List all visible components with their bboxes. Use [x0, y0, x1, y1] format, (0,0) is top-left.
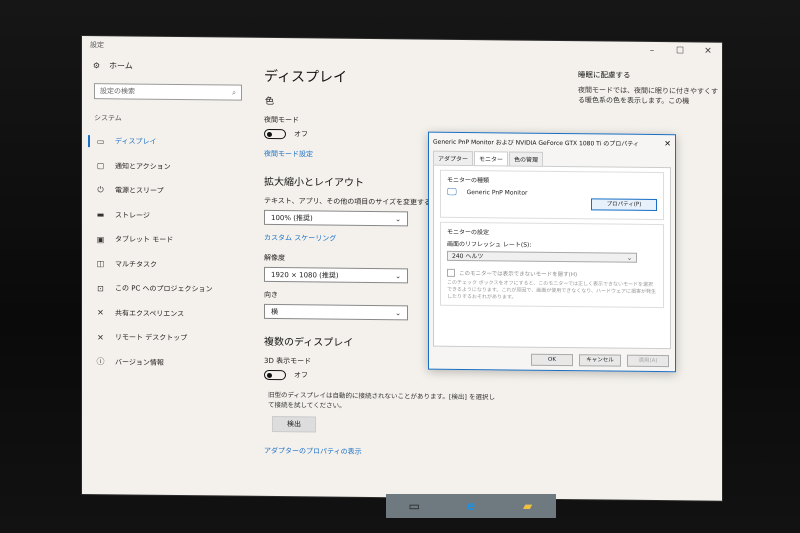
- sidebar-item-label: 共有エクスペリエンス: [115, 309, 185, 318]
- tablet-icon: ▣: [96, 234, 105, 244]
- sidebar-item-tablet[interactable]: ▣ タブレット モード: [82, 227, 252, 253]
- sidebar-item-label: 通知とアクション: [115, 162, 171, 171]
- window-title: 設定: [90, 41, 104, 50]
- search-icon: ⌕: [232, 88, 236, 97]
- related-title: 睡眠に配慮する: [578, 70, 631, 80]
- power-icon: ⏻: [97, 185, 104, 195]
- dialog-buttons: OK キャンセル 適用(A): [531, 353, 669, 368]
- home-link[interactable]: ⚙ ホーム: [82, 54, 252, 79]
- orientation-dropdown[interactable]: 横 ⌄: [264, 303, 408, 321]
- folder-icon[interactable]: ▰: [519, 497, 537, 515]
- tab-monitor[interactable]: モニター: [474, 151, 509, 166]
- taskbar: ▭ e ▰: [386, 494, 556, 518]
- sidebar-item-remote[interactable]: ✕ リモート デスクトップ: [82, 325, 252, 351]
- toggle-knob: [267, 131, 272, 137]
- dialog-title: Generic PnP Monitor および NVIDIA GeForce G…: [433, 138, 639, 148]
- sidebar-item-about[interactable]: ⓘ バージョン情報: [82, 350, 252, 376]
- toggle-switch[interactable]: [264, 128, 286, 140]
- page-title: ディスプレイ: [264, 68, 348, 86]
- color-heading: 色: [265, 96, 275, 108]
- sidebar-item-label: ストレージ: [115, 211, 150, 220]
- close-button[interactable]: ✕: [694, 46, 722, 57]
- toggle-switch[interactable]: [264, 369, 286, 381]
- related-desc: 夜間モードでは、夜間に眠りに付きやすくする暖色系の色を表示します。この機: [578, 86, 718, 106]
- scale-dropdown[interactable]: 100% (推奨) ⌄: [264, 209, 408, 227]
- close-icon[interactable]: ✕: [664, 139, 671, 148]
- monitor-name: Generic PnP Monitor: [466, 189, 528, 197]
- multitask-icon: ◫: [96, 259, 105, 269]
- projection-icon: ⊡: [97, 283, 104, 293]
- checkbox-box[interactable]: [447, 268, 455, 277]
- monitor-icon: 🖵: [447, 186, 457, 198]
- sidebar-item-multitask[interactable]: ◫ マルチタスク: [82, 252, 252, 278]
- resolution-dropdown[interactable]: 1920 × 1080 (推奨) ⌄: [264, 266, 408, 284]
- monitor-settings-group: モニターの設定 画面のリフレッシュ レート(S): 240 ヘルツ ⌄ このモニ…: [440, 221, 664, 309]
- properties-button[interactable]: プロパティ(P): [591, 198, 657, 212]
- night-mode-state: オフ: [294, 130, 308, 139]
- tab-adapter[interactable]: アダプター: [433, 150, 474, 166]
- share-icon: ✕: [97, 308, 104, 318]
- sidebar-item-label: ディスプレイ: [115, 137, 157, 147]
- cancel-button[interactable]: キャンセル: [579, 354, 621, 367]
- gear-icon: ⚙: [92, 61, 101, 71]
- hide-modes-label: このモニターでは表示できないモードを隠す(H): [459, 270, 578, 279]
- detect-button[interactable]: 検出: [272, 415, 316, 433]
- detect-description: 旧型のディスプレイは自動的に接続されないことがあります。[検出] を選択して接続…: [268, 390, 496, 410]
- monitor-type-group: モニターの種類 🖵 Generic PnP Monitor プロパティ(P): [440, 169, 664, 221]
- group-title: モニターの設定: [447, 228, 490, 237]
- edge-browser-icon[interactable]: e: [462, 497, 480, 515]
- 3d-mode-toggle[interactable]: オフ: [264, 369, 564, 383]
- orientation-value: 横: [271, 307, 278, 316]
- sidebar-item-notifications[interactable]: ▢ 通知とアクション: [82, 154, 252, 180]
- chevron-down-icon: ⌄: [626, 254, 632, 262]
- sidebar-item-storage[interactable]: ▬ ストレージ: [82, 203, 252, 229]
- minimize-button[interactable]: –: [638, 46, 666, 56]
- ok-button[interactable]: OK: [531, 353, 573, 367]
- sidebar-item-display[interactable]: ▭ ディスプレイ: [82, 129, 252, 155]
- hide-modes-hint: このチェック ボックスをオフにすると、このモニターでは正しく表示できないモードを…: [447, 279, 657, 301]
- related-info: 睡眠に配慮する 夜間モードでは、夜間に眠りに付きやすくする暖色系の色を表示します…: [578, 69, 718, 106]
- remote-icon: ✕: [97, 332, 104, 342]
- sidebar-item-label: リモート デスクトップ: [115, 333, 188, 343]
- hide-modes-checkbox[interactable]: このモニターでは表示できないモードを隠す(H): [447, 268, 657, 279]
- adapter-properties-link[interactable]: アダプターのプロパティの表示: [264, 446, 564, 459]
- chevron-down-icon: ⌄: [395, 271, 401, 280]
- sidebar-item-projection[interactable]: ⊡ この PC へのプロジェクション: [82, 276, 252, 302]
- group-title: モニターの種類: [447, 176, 490, 185]
- notification-icon: ▢: [96, 161, 105, 171]
- chevron-down-icon: ⌄: [395, 214, 401, 223]
- sidebar-item-power[interactable]: ⏻ 電源とスリープ: [82, 178, 252, 204]
- tab-color-management[interactable]: 色の管理: [509, 151, 544, 166]
- toggle-knob: [267, 372, 272, 378]
- monitor-panel: モニターの種類 🖵 Generic PnP Monitor プロパティ(P) モ…: [433, 164, 671, 350]
- info-icon: ⓘ: [96, 357, 105, 367]
- sidebar-item-shared[interactable]: ✕ 共有エクスペリエンス: [82, 301, 252, 327]
- properties-dialog: Generic PnP Monitor および NVIDIA GeForce G…: [428, 131, 676, 373]
- dialog-title-bar: Generic PnP Monitor および NVIDIA GeForce G…: [429, 133, 675, 152]
- sidebar-item-label: バージョン情報: [115, 358, 164, 367]
- refresh-rate-label: 画面のリフレッシュ レート(S):: [447, 240, 532, 249]
- home-label: ホーム: [109, 61, 133, 71]
- resolution-value: 1920 × 1080 (推奨): [271, 270, 339, 280]
- sidebar-item-label: タブレット モード: [115, 235, 174, 245]
- maximize-button[interactable]: ☐: [666, 46, 694, 56]
- chevron-down-icon: ⌄: [395, 308, 401, 317]
- refresh-rate-value: 240 ヘルツ: [452, 252, 484, 261]
- sidebar-item-label: マルチタスク: [115, 260, 157, 269]
- sidebar-item-label: この PC へのプロジェクション: [115, 284, 213, 294]
- apply-button[interactable]: 適用(A): [627, 354, 669, 368]
- storage-icon: ▬: [96, 210, 105, 220]
- night-mode-label: 夜間モード: [264, 115, 299, 125]
- search-placeholder: 設定の検索: [100, 87, 135, 96]
- 3d-mode-state: オフ: [294, 371, 308, 380]
- search-input[interactable]: 設定の検索 ⌕: [94, 83, 242, 101]
- scale-value: 100% (推奨): [271, 213, 313, 222]
- refresh-rate-dropdown[interactable]: 240 ヘルツ ⌄: [447, 250, 637, 263]
- display-settings-icon[interactable]: ▭: [405, 497, 423, 515]
- section-label: システム: [94, 114, 122, 123]
- settings-window: 設定 – ☐ ✕ ⚙ ホーム 設定の検索 ⌕ システム ▭ ディスプレイ ▢ 通…: [82, 36, 722, 501]
- sidebar: ⚙ ホーム 設定の検索 ⌕ システム ▭ ディスプレイ ▢ 通知とアクション ⏻…: [82, 54, 252, 496]
- monitor-icon: ▭: [96, 136, 105, 146]
- sidebar-item-label: 電源とスリープ: [115, 186, 164, 196]
